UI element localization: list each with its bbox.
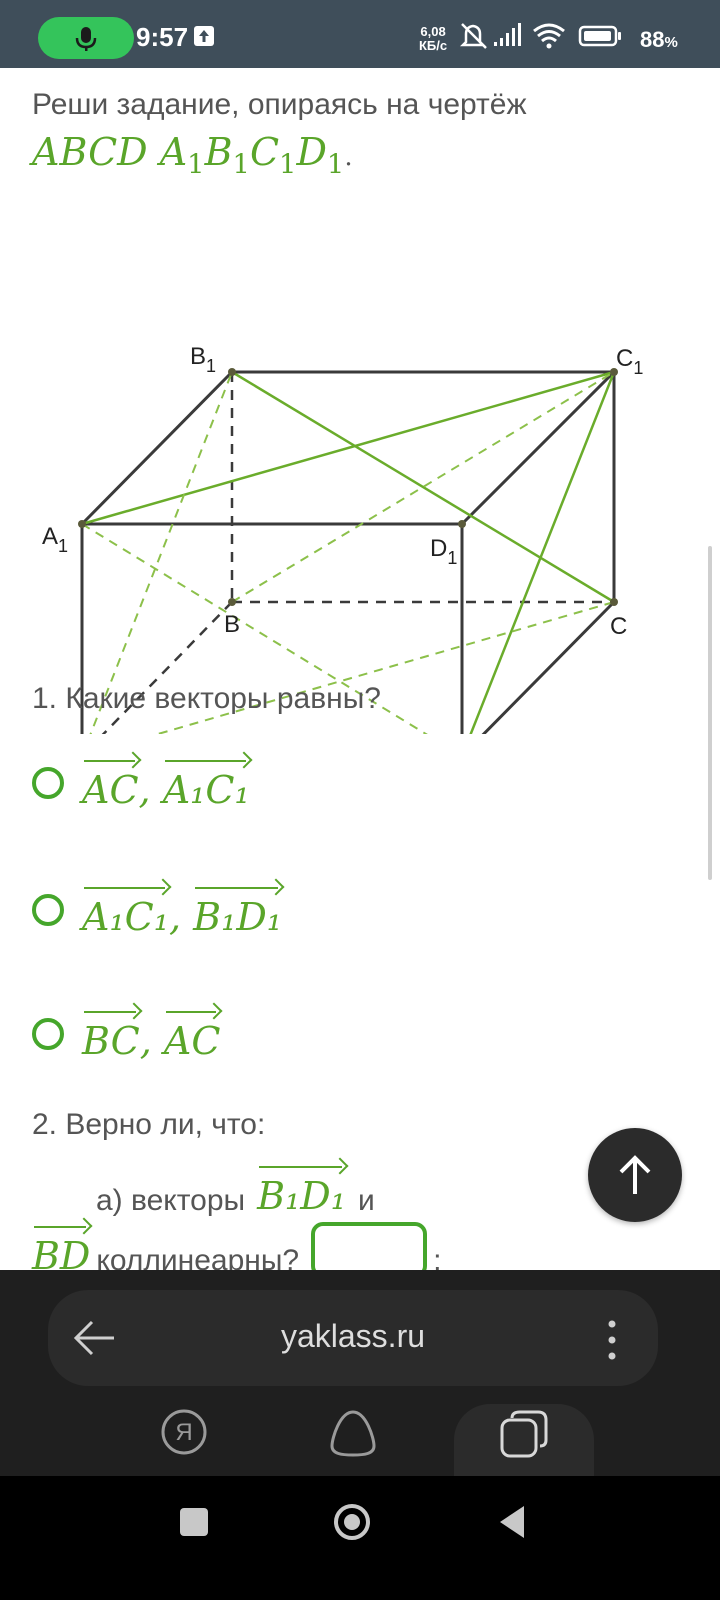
more-menu-icon[interactable] — [604, 1318, 620, 1362]
page-content: Реши задание, опираясь на чертёж ABCD A1… — [0, 68, 720, 1298]
signal-icon — [494, 23, 521, 46]
figure-name: ABCD A1B1C1D1. — [32, 130, 353, 181]
question-2: 2. Верно ли, что: — [32, 1108, 266, 1141]
option-1-label: AC, A₁C₁ — [82, 754, 250, 812]
label-C1: C1 — [616, 345, 643, 378]
upload-icon — [194, 26, 214, 46]
recent-apps-button[interactable] — [180, 1508, 208, 1536]
question-1: 1. Какие векторы равны? — [32, 682, 381, 715]
question-2a-prefix: а) векторы — [96, 1184, 246, 1217]
vector-b1d1: B₁D₁ — [257, 1160, 346, 1218]
clock: 9:57 — [136, 22, 189, 52]
label-B1: B1 — [190, 343, 216, 376]
mic-icon — [75, 27, 97, 51]
status-icons — [459, 23, 621, 49]
label-B: B — [224, 611, 240, 638]
option-1[interactable]: AC, A₁C₁ — [32, 753, 250, 813]
url-text[interactable]: yaklass.ru — [48, 1318, 658, 1355]
network-speed: 6,08 КБ/с — [419, 25, 447, 53]
prism-figure: A D B C A1 D1 B1 C1 — [42, 343, 643, 734]
radio-button[interactable] — [32, 1018, 64, 1050]
battery-percent: 88% — [640, 27, 678, 52]
mic-indicator[interactable] — [38, 17, 134, 59]
task-instruction: Реши задание, опираясь на чертёж — [32, 88, 527, 121]
radio-button[interactable] — [32, 767, 64, 799]
arrow-up-icon — [619, 1155, 651, 1194]
network-speed-unit: КБ/с — [419, 38, 448, 53]
alice-assistant-icon[interactable] — [328, 1408, 378, 1463]
page-scrollbar[interactable] — [708, 546, 712, 880]
option-3-label: BC, AC — [82, 1005, 220, 1063]
radio-button[interactable] — [32, 894, 64, 926]
question-2a: а) векторы B₁D₁ и — [96, 1160, 375, 1218]
back-button[interactable] — [496, 1504, 528, 1540]
system-nav-bar — [0, 1476, 720, 1600]
option-3[interactable]: BC, AC — [32, 1004, 220, 1064]
network-speed-value: 6,08 — [420, 24, 446, 39]
vertex-labels: A D B C A1 D1 B1 C1 — [42, 343, 643, 640]
mute-icon — [459, 23, 487, 49]
yandex-icon[interactable]: Я — [160, 1408, 208, 1461]
label-D1: D1 — [430, 535, 457, 568]
battery-icon — [578, 25, 621, 47]
option-2-label: A₁C₁, B₁D₁ — [82, 881, 282, 939]
wifi-icon — [533, 23, 565, 49]
home-button[interactable] — [332, 1502, 372, 1542]
label-C: C — [610, 613, 627, 640]
scroll-to-top-button[interactable] — [588, 1128, 682, 1222]
status-bar: 9:57 6,08 КБ/с 88% — [0, 0, 720, 68]
question-2a-and: и — [357, 1184, 375, 1217]
tabs-icon[interactable] — [498, 1408, 552, 1465]
label-A1: A1 — [42, 523, 68, 556]
svg-text:Я: Я — [175, 1419, 192, 1446]
address-bar[interactable]: yaklass.ru — [48, 1290, 658, 1386]
browser-toolbar: yaklass.ru Я — [0, 1270, 720, 1476]
option-2[interactable]: A₁C₁, B₁D₁ — [32, 880, 282, 940]
